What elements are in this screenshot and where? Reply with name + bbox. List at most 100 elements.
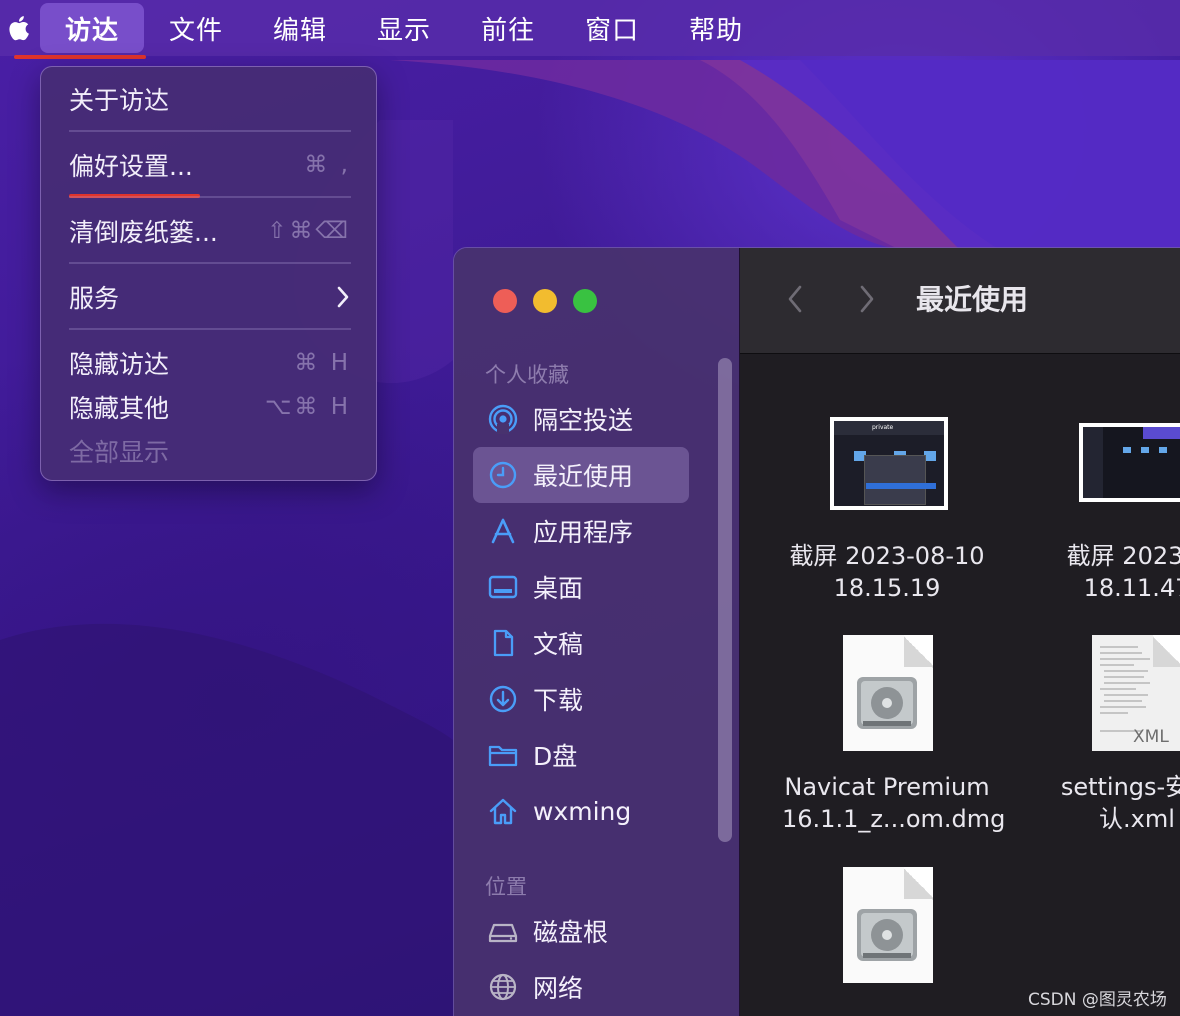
- sidebar-scrollbar[interactable]: [718, 358, 732, 842]
- watermark-text: CSDN @图灵农场: [1028, 990, 1167, 1010]
- sidebar-item-network[interactable]: 网络: [473, 959, 689, 1015]
- dmg-file-icon: [782, 867, 992, 985]
- menu-item-empty-trash[interactable]: 清倒废纸篓... ⇧⌘⌫: [69, 211, 351, 251]
- sidebar-item-label: D盘: [533, 742, 578, 771]
- file-item-navicat-dmg[interactable]: Navicat Premium 16.1.1_z...om.dmg: [782, 635, 1006, 835]
- menu-item-label: 关于访达: [69, 86, 170, 115]
- finder-menu-dropdown: 关于访达 偏好设置... ⌘ , 清倒废纸篓... ⇧⌘⌫ 服务 隐藏访达 ⌘ …: [40, 66, 377, 481]
- menu-separator: [69, 328, 351, 330]
- back-button[interactable]: [780, 281, 810, 317]
- chevron-right-icon: [860, 285, 874, 313]
- file-item-dmg-2[interactable]: [782, 867, 992, 985]
- file-item-screenshot-2[interactable]: 截屏 2023-0 18.11.47: [1032, 417, 1180, 604]
- menu-item-show-all: 全部显示: [69, 431, 351, 471]
- sidebar-item-label: 应用程序: [533, 518, 634, 547]
- menu-item-label: 隐藏其他: [69, 394, 170, 423]
- file-name-line2: 18.15.19: [833, 574, 941, 602]
- menu-bar: 访达 文件 编辑 显示 前往 窗口 帮助: [0, 0, 1180, 56]
- menu-item-hide-finder[interactable]: 隐藏访达 ⌘ H: [69, 343, 351, 383]
- file-item-settings-xml[interactable]: XML settings-安装 认.xml: [1032, 635, 1180, 835]
- screenshot-thumbnail: [1079, 423, 1180, 502]
- sidebar-item-d-drive[interactable]: D盘: [473, 727, 689, 783]
- thumbnail-text: private: [872, 424, 894, 431]
- sidebar-item-recents[interactable]: 最近使用: [473, 447, 689, 503]
- menu-separator: [69, 196, 351, 198]
- sidebar-item-applications[interactable]: 应用程序: [473, 503, 689, 559]
- applications-icon: [487, 515, 519, 547]
- menu-file[interactable]: 文件: [144, 3, 248, 53]
- sidebar-item-label: 磁盘根: [533, 918, 609, 947]
- menu-help[interactable]: 帮助: [664, 3, 768, 53]
- finder-window: 个人收藏 隔空投送 最近使用 应用程序 桌面 文稿 下载 D盘 wxming 位…: [453, 247, 1180, 1016]
- sidebar-item-desktop[interactable]: 桌面: [473, 559, 689, 615]
- file-name-line1: 截屏 2023-08-10: [789, 542, 985, 570]
- shortcut-label: ⌘ ,: [304, 152, 351, 178]
- menu-item-label: 清倒废纸篓...: [69, 218, 218, 247]
- menu-finder[interactable]: 访达: [40, 3, 145, 53]
- shortcut-label: ⇧⌘⌫: [267, 218, 351, 244]
- disk-icon: [487, 915, 519, 947]
- sidebar-item-label: wxming: [533, 796, 632, 826]
- sidebar-item-label: 网络: [533, 974, 584, 1003]
- menu-separator: [69, 262, 351, 264]
- menu-item-hide-others[interactable]: 隐藏其他 ⌥⌘ H: [69, 387, 351, 427]
- apple-logo-icon: [9, 16, 29, 41]
- menu-item-preferences[interactable]: 偏好设置... ⌘ ,: [69, 145, 351, 185]
- file-name-line1: settings-安装: [1060, 773, 1180, 801]
- annotation-underline-finder: [14, 55, 146, 59]
- airdrop-icon: [487, 403, 519, 435]
- finder-sidebar: 个人收藏 隔空投送 最近使用 应用程序 桌面 文稿 下载 D盘 wxming 位…: [454, 248, 740, 1016]
- menu-item-label: 偏好设置...: [69, 152, 193, 181]
- menu-item-label: 隐藏访达: [69, 350, 170, 379]
- apple-menu[interactable]: [0, 0, 40, 56]
- menu-window[interactable]: 窗口: [560, 3, 664, 53]
- window-close-button[interactable]: [493, 289, 517, 313]
- file-name-line1: Navicat Premium: [784, 773, 990, 801]
- sidebar-item-documents[interactable]: 文稿: [473, 615, 689, 671]
- dmg-file-icon: [782, 635, 992, 753]
- globe-icon: [487, 971, 519, 1003]
- file-name-line2: 认.xml: [1099, 805, 1175, 833]
- window-zoom-button[interactable]: [573, 289, 597, 313]
- sidebar-item-label: 文稿: [533, 630, 584, 659]
- sidebar-item-label: 下载: [533, 686, 584, 715]
- sidebar-item-label: 隔空投送: [533, 406, 634, 435]
- file-name-line1: 截屏 2023-0: [1066, 542, 1180, 570]
- sidebar-item-home[interactable]: wxming: [473, 783, 689, 839]
- finder-content: 最近使用 private 截屏 2023-08-10 18.15.19 截屏 2…: [740, 248, 1180, 1016]
- file-name-line2: 18.11.47: [1083, 574, 1180, 602]
- menu-item-services[interactable]: 服务: [69, 277, 351, 317]
- sidebar-item-root-disk[interactable]: 磁盘根: [473, 903, 689, 959]
- xml-file-icon: XML: [1032, 635, 1180, 753]
- screenshot-thumbnail: private: [830, 417, 948, 510]
- menu-item-about-finder[interactable]: 关于访达: [69, 79, 351, 119]
- menu-edit[interactable]: 编辑: [248, 3, 352, 53]
- folder-icon: [487, 739, 519, 771]
- window-title: 最近使用: [916, 283, 1029, 316]
- menu-go[interactable]: 前往: [456, 3, 560, 53]
- home-icon: [487, 795, 519, 827]
- file-item-screenshot-1[interactable]: private 截屏 2023-08-10 18.15.19: [782, 417, 992, 604]
- download-icon: [487, 683, 519, 715]
- window-minimize-button[interactable]: [533, 289, 557, 313]
- forward-button[interactable]: [852, 281, 882, 317]
- menu-separator: [69, 130, 351, 132]
- menu-item-label: 全部显示: [69, 438, 170, 467]
- chevron-left-icon: [788, 285, 802, 313]
- shortcut-label: ⌘ H: [294, 350, 351, 376]
- sidebar-section-favorites: 个人收藏: [485, 363, 569, 387]
- shortcut-label: ⌥⌘ H: [264, 394, 351, 420]
- xml-badge: XML: [1133, 727, 1169, 747]
- menu-view[interactable]: 显示: [352, 3, 456, 53]
- finder-toolbar: 最近使用: [740, 248, 1180, 354]
- clock-icon: [487, 459, 519, 491]
- sidebar-item-label: 最近使用: [533, 462, 634, 491]
- menu-item-label: 服务: [69, 284, 120, 313]
- sidebar-item-airdrop[interactable]: 隔空投送: [473, 391, 689, 447]
- file-name-line2: 16.1.1_z...om.dmg: [782, 805, 1006, 833]
- sidebar-item-label: 桌面: [533, 574, 584, 603]
- sidebar-item-downloads[interactable]: 下载: [473, 671, 689, 727]
- chevron-right-icon: [337, 286, 349, 308]
- sidebar-section-locations: 位置: [485, 875, 527, 899]
- desktop-icon: [487, 571, 519, 603]
